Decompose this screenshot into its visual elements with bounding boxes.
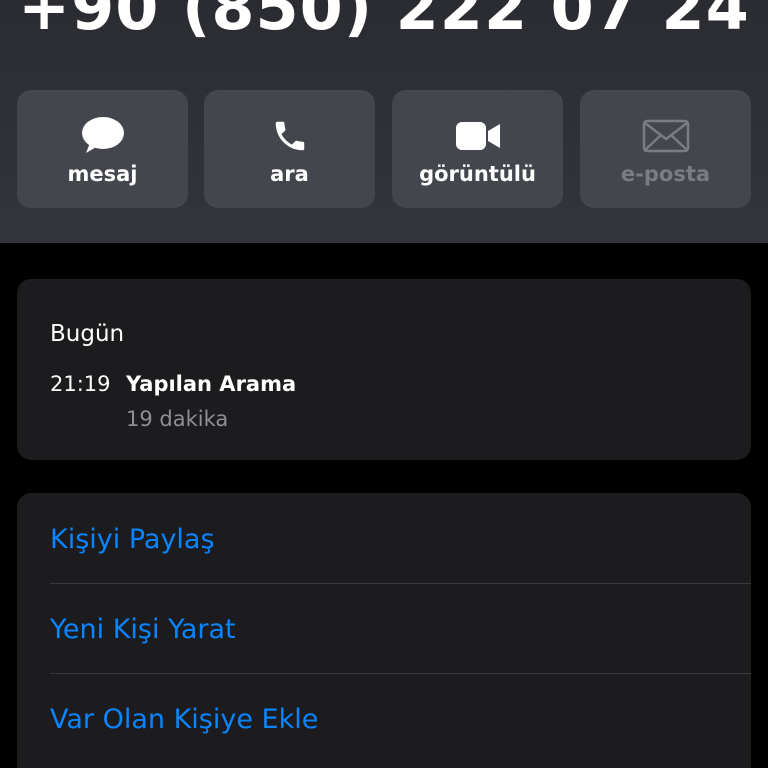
message-button[interactable]: mesaj (17, 90, 188, 208)
video-label: görüntülü (419, 162, 536, 186)
email-button[interactable]: e-posta (580, 90, 751, 208)
call-history-card: Bugün 21:19 Yapılan Arama 19 dakika (17, 279, 751, 460)
call-button[interactable]: ara (204, 90, 375, 208)
action-buttons: mesaj ara görüntülü e-posta (17, 90, 751, 208)
call-label: ara (270, 162, 309, 186)
message-bubble-icon (17, 116, 188, 156)
divider (50, 583, 751, 584)
phone-icon (204, 116, 375, 156)
call-time: 21:19 (50, 372, 111, 396)
divider (50, 673, 751, 674)
call-type: Yapılan Arama (126, 372, 297, 396)
contact-header: +90 (850) 222 07 24 mesaj ara görüntülü … (0, 0, 768, 243)
call-duration: 19 dakika (126, 407, 229, 431)
video-camera-icon (392, 116, 563, 156)
envelope-icon (580, 116, 751, 156)
phone-number: +90 (850) 222 07 24 (18, 0, 750, 44)
create-new-contact-button[interactable]: Yeni Kişi Yarat (50, 585, 751, 675)
share-contact-button[interactable]: Kişiyi Paylaş (50, 495, 751, 585)
contact-options-card: Kişiyi Paylaş Yeni Kişi Yarat Var Olan K… (17, 493, 751, 768)
add-to-existing-contact-button[interactable]: Var Olan Kişiye Ekle (50, 675, 751, 765)
video-button[interactable]: görüntülü (392, 90, 563, 208)
history-day: Bugün (50, 321, 125, 347)
message-label: mesaj (67, 162, 138, 186)
email-label: e-posta (620, 162, 711, 186)
